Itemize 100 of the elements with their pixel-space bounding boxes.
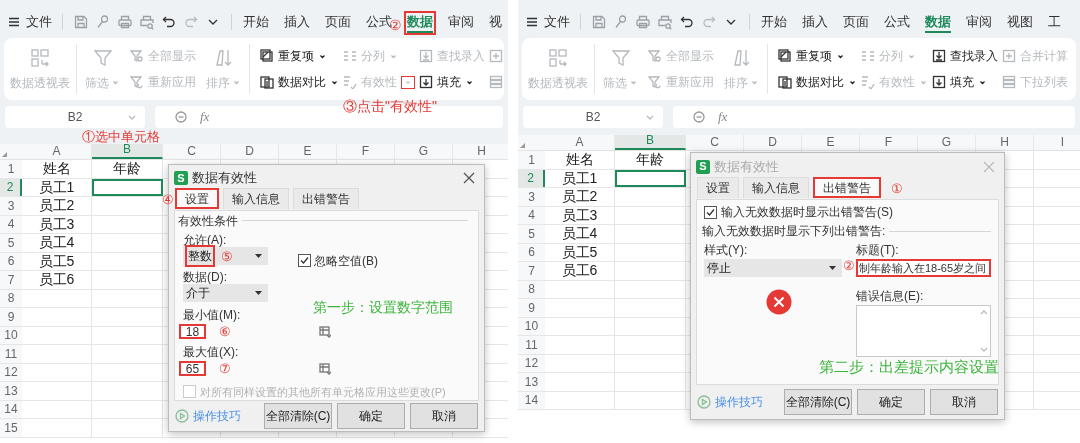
input-field[interactable]: 18 xyxy=(179,324,206,339)
column-header[interactable]: F xyxy=(337,144,395,159)
row-header[interactable]: 13 xyxy=(518,373,545,391)
ribbon-tab[interactable]: 视图 xyxy=(1004,10,1036,35)
table-cell: 员工4 xyxy=(22,234,92,252)
ribbon-tab[interactable]: 开始 xyxy=(758,10,790,35)
ribbon-tab[interactable]: 视 xyxy=(486,10,505,35)
column-header[interactable]: B xyxy=(92,144,163,159)
zoom-out-icon[interactable] xyxy=(175,110,188,124)
zoom-out-icon[interactable] xyxy=(693,110,706,124)
row-header[interactable]: 1 xyxy=(518,151,545,169)
save-icon[interactable] xyxy=(591,13,607,30)
column-header[interactable]: G xyxy=(918,135,976,150)
row-header[interactable]: 7 xyxy=(518,262,545,280)
row-header[interactable]: 5 xyxy=(0,234,22,252)
dialog-button[interactable]: 确定 xyxy=(337,403,405,429)
tips-link[interactable]: 操作技巧 xyxy=(697,392,763,411)
ribbon-tab[interactable]: 插入 xyxy=(799,10,831,35)
column-header[interactable]: H xyxy=(976,135,1034,150)
fill-down-icon xyxy=(419,75,433,89)
column-header[interactable]: I xyxy=(1034,135,1080,150)
column-header[interactable]: E xyxy=(802,135,860,150)
ribbon-tab[interactable]: 插入 xyxy=(281,10,313,35)
ribbon-tab[interactable]: 页面 xyxy=(322,10,354,35)
dialog-button[interactable]: 全部清除(C) xyxy=(264,403,332,429)
file-menu[interactable]: 文件 xyxy=(8,11,52,32)
text-area[interactable] xyxy=(855,305,991,358)
dialog-tab[interactable]: 输入信息 xyxy=(223,187,289,209)
selected-cell[interactable] xyxy=(615,169,686,187)
dropdown[interactable]: 停止 xyxy=(704,259,842,278)
row-header[interactable]: 3 xyxy=(0,197,22,215)
ribbon-tab[interactable]: 公式 xyxy=(881,10,913,35)
ribbon-button[interactable]: 填充 xyxy=(932,73,987,91)
row-header[interactable]: 9 xyxy=(0,308,22,326)
dialog-button[interactable]: 取消 xyxy=(930,388,998,415)
ribbon-tab[interactable]: 开始 xyxy=(240,10,272,35)
range-picker-icon[interactable] xyxy=(319,362,331,375)
dialog-button[interactable]: 确定 xyxy=(857,388,925,415)
column-header[interactable]: D xyxy=(744,135,802,150)
row-header[interactable]: 3 xyxy=(518,188,545,206)
dropdown[interactable]: 介于 xyxy=(183,283,268,302)
dialog-tab[interactable]: 出错警告 xyxy=(293,187,359,209)
ribbon-button[interactable]: 数据对比 xyxy=(778,73,857,91)
printer-icon[interactable] xyxy=(117,13,133,30)
name-box[interactable]: B2 xyxy=(5,106,145,128)
row-header[interactable]: 9 xyxy=(518,299,545,317)
dialog-tab[interactable]: 设置 xyxy=(175,187,219,209)
input-field[interactable]: 65 xyxy=(179,361,206,376)
field-label: 标题(T): xyxy=(855,242,900,258)
selected-cell[interactable] xyxy=(92,178,163,196)
dialog-tab[interactable]: 出错警告 xyxy=(813,177,881,199)
checkbox[interactable] xyxy=(704,205,717,219)
dialog-button[interactable]: 全部清除(C) xyxy=(784,388,852,415)
formula-bar[interactable]: fx xyxy=(673,106,1075,128)
ribbon-button[interactable]: 填充 xyxy=(419,73,474,91)
corner-triangle-icon[interactable] xyxy=(520,143,525,148)
ribbon-button[interactable]: 数据对比 xyxy=(260,73,339,91)
column-header[interactable]: C xyxy=(163,144,221,159)
printer-icon[interactable] xyxy=(635,13,651,30)
dialog-button[interactable]: 取消 xyxy=(410,403,478,429)
ribbon-tab[interactable]: 审阅 xyxy=(445,10,477,35)
column-header[interactable]: F xyxy=(860,135,918,150)
row-header[interactable]: 1 xyxy=(0,160,22,178)
ribbon-button[interactable]: 查找录入 xyxy=(932,47,998,65)
name-box[interactable]: B2 xyxy=(523,106,663,128)
ribbon-tab[interactable]: 数据 xyxy=(922,10,954,35)
scroll-down-icon[interactable] xyxy=(980,347,988,354)
printer-search-icon[interactable] xyxy=(657,13,673,30)
tips-link[interactable]: 操作技巧 xyxy=(175,407,241,425)
ribbon-tab[interactable]: 数据 xyxy=(404,10,436,35)
save-icon[interactable] xyxy=(73,13,89,30)
column-header[interactable]: E xyxy=(279,144,337,159)
file-menu[interactable]: 文件 xyxy=(526,11,570,32)
close-icon[interactable] xyxy=(463,171,475,184)
row-header[interactable]: 11 xyxy=(0,345,22,363)
column-header[interactable]: H xyxy=(453,144,508,159)
row-header[interactable]: 11 xyxy=(518,336,545,354)
corner-triangle-icon[interactable] xyxy=(2,152,7,157)
dialog-tab[interactable]: 输入信息 xyxy=(743,177,809,199)
row-header[interactable]: 13 xyxy=(0,382,22,400)
ribbon-button[interactable]: 重复项 xyxy=(260,47,327,65)
scroll-up-icon[interactable] xyxy=(980,309,988,316)
column-header[interactable]: C xyxy=(686,135,744,150)
column-header[interactable]: D xyxy=(221,144,279,159)
ribbon-tab[interactable]: 工 xyxy=(1045,10,1064,35)
ribbon-tab[interactable]: 页面 xyxy=(840,10,872,35)
printer-search-icon[interactable] xyxy=(139,13,155,30)
ribbon-button[interactable]: 重复项 xyxy=(778,47,845,65)
ribbon-tab[interactable]: 审阅 xyxy=(963,10,995,35)
column-header[interactable]: B xyxy=(615,135,686,150)
input-field[interactable]: 制年龄输入在18-65岁之间 xyxy=(855,259,991,278)
row-header[interactable]: 5 xyxy=(518,225,545,243)
column-header[interactable]: G xyxy=(395,144,453,159)
checkbox[interactable] xyxy=(298,254,311,267)
dialog-tab[interactable]: 设置 xyxy=(697,177,739,199)
range-picker-icon[interactable] xyxy=(319,325,331,338)
plus-box-icon xyxy=(1002,49,1016,63)
row-header[interactable]: 7 xyxy=(0,271,22,289)
row-header[interactable]: 15 xyxy=(0,419,22,437)
step-marker: ① xyxy=(891,180,903,199)
